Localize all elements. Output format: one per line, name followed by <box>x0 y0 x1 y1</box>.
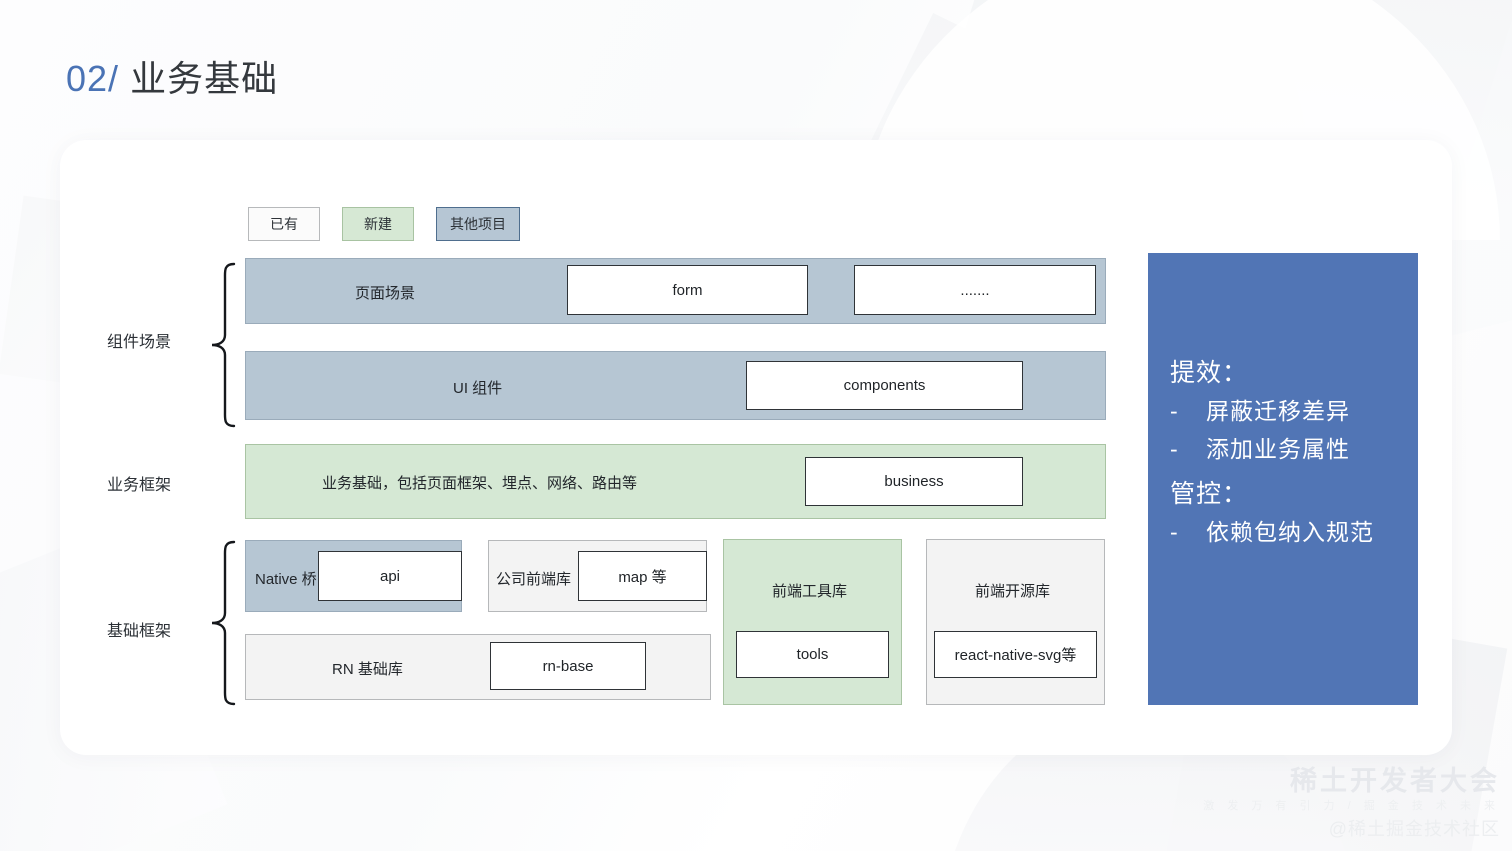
benefits-group-efficiency-heading: 提效： <box>1170 359 1249 387</box>
box-api[interactable]: api <box>318 551 462 601</box>
bullet-dash-icon: - <box>1170 436 1179 462</box>
box-components[interactable]: components <box>746 361 1023 410</box>
benefits-panel: 提效： - 屏蔽迁移差异 - 添加业务属性 管控： - 依赖包纳入规范 <box>1148 253 1418 705</box>
box-business[interactable]: business <box>805 457 1023 506</box>
legend-item-existing: 已有 <box>248 207 320 241</box>
benefits-group-governance: 管控： - 依赖包纳入规范 <box>1170 475 1374 551</box>
box-rn-base[interactable]: rn-base <box>490 642 646 690</box>
row-label-foundation-framework: 基础框架 <box>107 623 172 640</box>
bullet-dash-icon: - <box>1170 519 1179 545</box>
benefits-group-governance-heading: 管控： <box>1170 480 1249 508</box>
band-frontend-tools-lib <box>723 539 902 705</box>
benefits-item-efficiency-1: - 屏蔽迁移差异 <box>1170 392 1350 430</box>
page-title: 02/ 业务基础 <box>66 50 278 102</box>
band-native-bridge-title: Native 桥 <box>255 571 317 588</box>
legend-item-other-label: 其他项目 <box>450 216 506 232</box>
box-tools[interactable]: tools <box>736 631 889 678</box>
band-business-framework-title: 业务基础，包括页面框架、埋点、网络、路由等 <box>322 475 638 492</box>
legend: 已有 新建 其他项目 <box>248 207 520 241</box>
page-title-number: 02/ <box>66 58 120 99</box>
benefits-item-efficiency-2: - 添加业务属性 <box>1170 430 1350 468</box>
watermark-handle: @稀土掘金技术社区 <box>1328 819 1500 839</box>
row-label-business-framework: 业务框架 <box>107 477 172 494</box>
band-frontend-opensource-lib <box>926 539 1105 705</box>
band-frontend-tools-lib-title: 前端工具库 <box>772 583 848 600</box>
band-frontend-opensource-lib-title: 前端开源库 <box>975 583 1051 600</box>
legend-item-new-label: 新建 <box>364 216 392 232</box>
box-more[interactable]: ....... <box>854 265 1096 315</box>
page-title-text: 业务基础 <box>130 58 279 99</box>
box-form[interactable]: form <box>567 265 808 315</box>
benefits-item-efficiency-1-label: 屏蔽迁移差异 <box>1206 398 1350 424</box>
band-page-scene-title: 页面场景 <box>355 285 416 302</box>
legend-item-existing-label: 已有 <box>270 216 298 232</box>
benefits-item-efficiency-2-label: 添加业务属性 <box>1206 436 1350 462</box>
watermark: 稀土开发者大会 激 发 万 有 引 力 / 掘 金 技 术 未 来 @稀土掘金技… <box>1180 766 1500 842</box>
benefits-item-governance-1-label: 依赖包纳入规范 <box>1206 519 1374 545</box>
benefits-item-governance-1: - 依赖包纳入规范 <box>1170 513 1374 551</box>
row-label-component-scene: 组件场景 <box>107 334 172 351</box>
benefits-group-efficiency: 提效： - 屏蔽迁移差异 - 添加业务属性 <box>1170 354 1350 468</box>
watermark-subtitle: 激 发 万 有 引 力 / 掘 金 技 术 未 来 <box>1203 800 1500 812</box>
bullet-dash-icon: - <box>1170 398 1179 424</box>
legend-item-other: 其他项目 <box>436 207 520 241</box>
brace-foundation-framework <box>210 540 236 711</box>
box-map[interactable]: map 等 <box>578 551 707 601</box>
band-rn-base-lib-title: RN 基础库 <box>332 661 403 678</box>
legend-item-new: 新建 <box>342 207 414 241</box>
band-company-frontend-lib-title: 公司前端库 <box>496 571 572 588</box>
band-ui-component-title: UI 组件 <box>453 380 503 397</box>
brace-component-scene <box>210 262 236 433</box>
watermark-main-text: 稀土开发者大会 <box>1290 766 1500 796</box>
box-react-native-svg[interactable]: react-native-svg等 <box>934 631 1097 678</box>
